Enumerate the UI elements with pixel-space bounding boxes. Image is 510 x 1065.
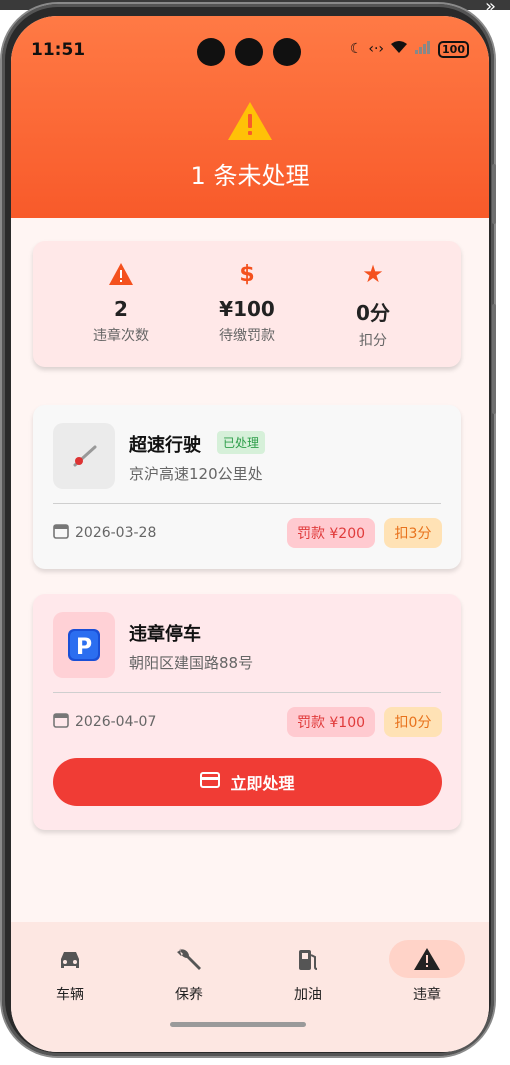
wifi-icon (390, 40, 408, 58)
camera-icon (273, 38, 301, 66)
nav-label: 违章 (413, 987, 441, 1003)
divider (53, 692, 441, 693)
power-button (492, 304, 496, 414)
volume-button (492, 164, 496, 224)
calendar-icon (53, 712, 69, 732)
process-now-label: 立即处理 (230, 774, 295, 793)
stat-points: ★ 0分 扣分 (303, 260, 443, 350)
warning-icon (389, 940, 465, 978)
violation-date: 2026-04-07 (75, 714, 157, 730)
stat-value: ¥100 (219, 297, 275, 321)
warning-icon (51, 261, 191, 287)
header: 11:51 ☾ ‹·› 100 1 条未处理 (11, 16, 489, 218)
violation-type: 违章停车 (129, 624, 201, 645)
process-now-button[interactable]: 立即处理 (53, 758, 442, 806)
points-tag: 扣3分 (384, 518, 442, 548)
stat-pending-fine: $ ¥100 待缴罚款 (177, 261, 317, 345)
stat-label: 扣分 (359, 333, 387, 349)
status-badge: 已处理 (217, 431, 266, 454)
stat-label: 待缴罚款 (219, 328, 275, 344)
violation-location: 朝阳区建国路88号 (129, 654, 254, 672)
calendar-icon (53, 523, 69, 543)
fine-tag: 罚款 ¥100 (287, 707, 375, 737)
nav-label: 保养 (175, 987, 203, 1003)
phone-frame: 11:51 ☾ ‹·› 100 1 条未处理 2 违章次数 $ ¥100 待缴罚… (2, 4, 496, 1056)
status-time: 11:51 (31, 40, 86, 60)
data-transfer-icon: ‹·› (368, 41, 385, 57)
violation-card[interactable]: P 违章停车 朝阳区建国路88号 2026-04-07 罚款 ¥100 扣0分 … (33, 594, 461, 830)
camera-icon (235, 38, 263, 66)
warning-icon (226, 100, 274, 146)
fine-tag: 罚款 ¥200 (287, 518, 375, 548)
violation-location: 京沪高速120公里处 (129, 465, 263, 483)
nav-label: 车辆 (56, 987, 84, 1003)
violation-date: 2026-03-28 (75, 525, 157, 541)
nav-item-maintenance[interactable]: 保养 (149, 942, 229, 1004)
car-icon (30, 942, 110, 978)
divider (53, 503, 441, 504)
star-icon: ★ (362, 260, 384, 288)
violation-date-row: 2026-03-28 (53, 523, 156, 543)
page-title: 1 条未处理 (190, 162, 310, 190)
parking-icon: P (53, 612, 115, 678)
violation-type: 超速行驶 (129, 435, 201, 456)
nav-label: 加油 (294, 987, 322, 1003)
stat-value: 2 (114, 297, 128, 321)
app-screen: 11:51 ☾ ‹·› 100 1 条未处理 2 违章次数 $ ¥100 待缴罚… (11, 16, 489, 1052)
svg-text:P: P (76, 635, 92, 660)
speed-gauge-icon (53, 423, 115, 489)
moon-icon: ☾ (349, 41, 363, 57)
nav-item-violations[interactable]: 违章 (387, 940, 467, 1004)
status-bar: 11:51 ☾ ‹·› 100 (11, 16, 489, 66)
fuel-icon (268, 942, 348, 978)
points-tag: 扣0分 (384, 707, 442, 737)
nav-item-vehicle[interactable]: 车辆 (30, 942, 110, 1004)
battery-icon: 100 (438, 40, 469, 58)
stat-violation-count: 2 违章次数 (51, 261, 191, 345)
home-indicator[interactable] (170, 1022, 306, 1027)
stat-value: 0分 (356, 301, 390, 325)
status-icons: ☾ ‹·› 100 (350, 40, 469, 58)
bottom-nav: 车辆 保养 加油 违章 (11, 922, 489, 1052)
stat-label: 违章次数 (93, 328, 149, 344)
camera-icon (197, 38, 225, 66)
violation-date-row: 2026-04-07 (53, 712, 156, 732)
signal-icon (414, 40, 432, 58)
nav-item-fuel[interactable]: 加油 (268, 942, 348, 1004)
wrench-icon (149, 942, 229, 978)
overflow-chevron-icon[interactable]: » (485, 0, 496, 17)
credit-card-icon (200, 772, 221, 792)
summary-card: 2 违章次数 $ ¥100 待缴罚款 ★ 0分 扣分 (33, 241, 461, 367)
violation-card[interactable]: 超速行驶 已处理 京沪高速120公里处 2026-03-28 罚款 ¥200 扣… (33, 405, 461, 569)
dollar-icon: $ (239, 261, 255, 287)
